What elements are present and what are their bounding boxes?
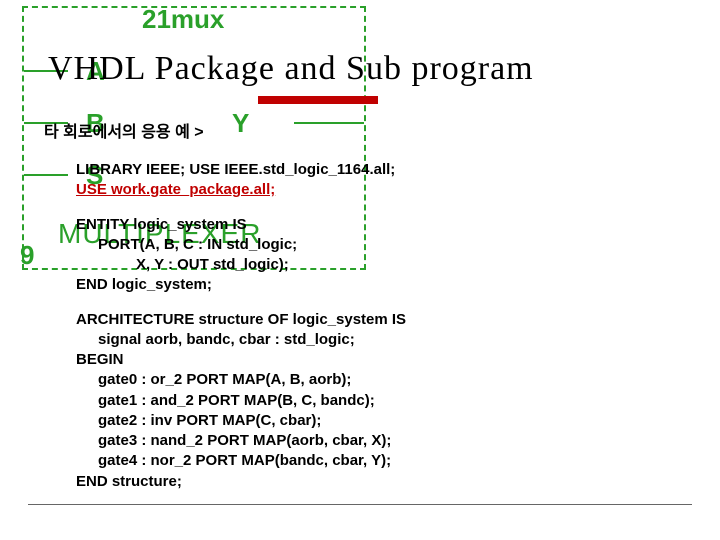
code-line-highlight: USE work.gate_package.all; <box>76 180 676 200</box>
slide-number: 9 <box>20 240 34 271</box>
code-line: LIBRARY IEEE; USE IEEE.std_logic_1164.al… <box>76 160 676 180</box>
section-label: 타 회로에서의 응용 예 > <box>44 118 204 142</box>
code-line: ENTITY logic_system IS <box>76 215 676 235</box>
code-line: gate3 : nand_2 PORT MAP(aorb, cbar, X); <box>76 431 676 451</box>
page-title: VHDL Package and Sub program <box>48 50 534 88</box>
title-accent <box>258 96 378 104</box>
code-line: gate0 : or_2 PORT MAP(A, B, aorb); <box>76 370 676 390</box>
port-y-label: Y <box>232 108 249 139</box>
code-line: END structure; <box>76 472 676 492</box>
diagram-title: 21mux <box>142 4 224 35</box>
slide: 21mux A B S Y MULTIPLEXER 9 VHDL Package… <box>0 0 720 540</box>
pin-y <box>294 122 364 124</box>
code-line: gate1 : and_2 PORT MAP(B, C, bandc); <box>76 391 676 411</box>
code-line: gate4 : nor_2 PORT MAP(bandc, cbar, Y); <box>76 451 676 471</box>
code-line: END logic_system; <box>76 275 676 295</box>
code-block: LIBRARY IEEE; USE IEEE.std_logic_1164.al… <box>76 160 676 492</box>
code-line: PORT(A, B, C : IN std_logic; <box>76 235 676 255</box>
footer-rule <box>28 504 692 505</box>
code-line: signal aorb, bandc, cbar : std_logic; <box>76 330 676 350</box>
pin-s <box>24 174 68 176</box>
code-line: ARCHITECTURE structure OF logic_system I… <box>76 310 676 330</box>
code-line: X, Y : OUT std_logic); <box>76 255 676 275</box>
code-line: gate2 : inv PORT MAP(C, cbar); <box>76 411 676 431</box>
code-line: BEGIN <box>76 350 676 370</box>
